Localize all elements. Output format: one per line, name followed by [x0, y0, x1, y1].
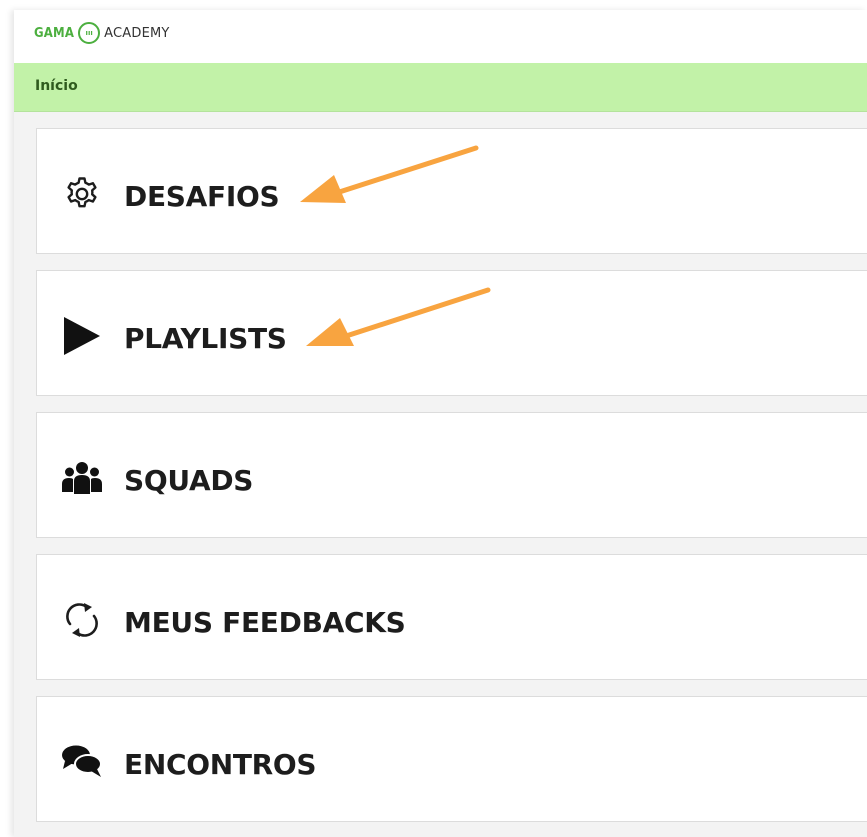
- menu-card-encontros[interactable]: ENCONTROS: [36, 696, 867, 822]
- logo-academy-text: ACADEMY: [104, 25, 170, 41]
- sync-icon: [61, 602, 103, 638]
- gama-academy-logo[interactable]: GAMA ııı ACADEMY: [34, 18, 170, 48]
- gear-icon: [61, 176, 103, 212]
- menu-card-label: PLAYLISTS: [124, 322, 287, 355]
- menu-card-label: SQUADS: [124, 464, 254, 497]
- menu-card-squads[interactable]: SQUADS: [36, 412, 867, 538]
- breadcrumb: Início: [14, 63, 867, 112]
- menu-card-desafios[interactable]: DESAFIOS: [36, 128, 867, 254]
- app-frame: GAMA ııı ACADEMY Início DESAFIOS PLAYLIS…: [14, 10, 867, 837]
- menu-card-playlists[interactable]: PLAYLISTS: [36, 270, 867, 396]
- menu-card-label: ENCONTROS: [124, 748, 317, 781]
- logo-gama-text: GAMA: [34, 25, 75, 41]
- menu-card-meus-feedbacks[interactable]: MEUS FEEDBACKS: [36, 554, 867, 680]
- menu-card-label: DESAFIOS: [124, 180, 280, 213]
- logo-badge-icon: ııı: [78, 22, 101, 44]
- menu-card-label: MEUS FEEDBACKS: [124, 606, 406, 639]
- play-icon: [61, 317, 103, 355]
- comments-icon: [61, 744, 103, 780]
- users-icon: [61, 460, 103, 496]
- breadcrumb-inicio-link[interactable]: Início: [35, 78, 78, 94]
- top-bar: GAMA ııı ACADEMY: [14, 10, 867, 64]
